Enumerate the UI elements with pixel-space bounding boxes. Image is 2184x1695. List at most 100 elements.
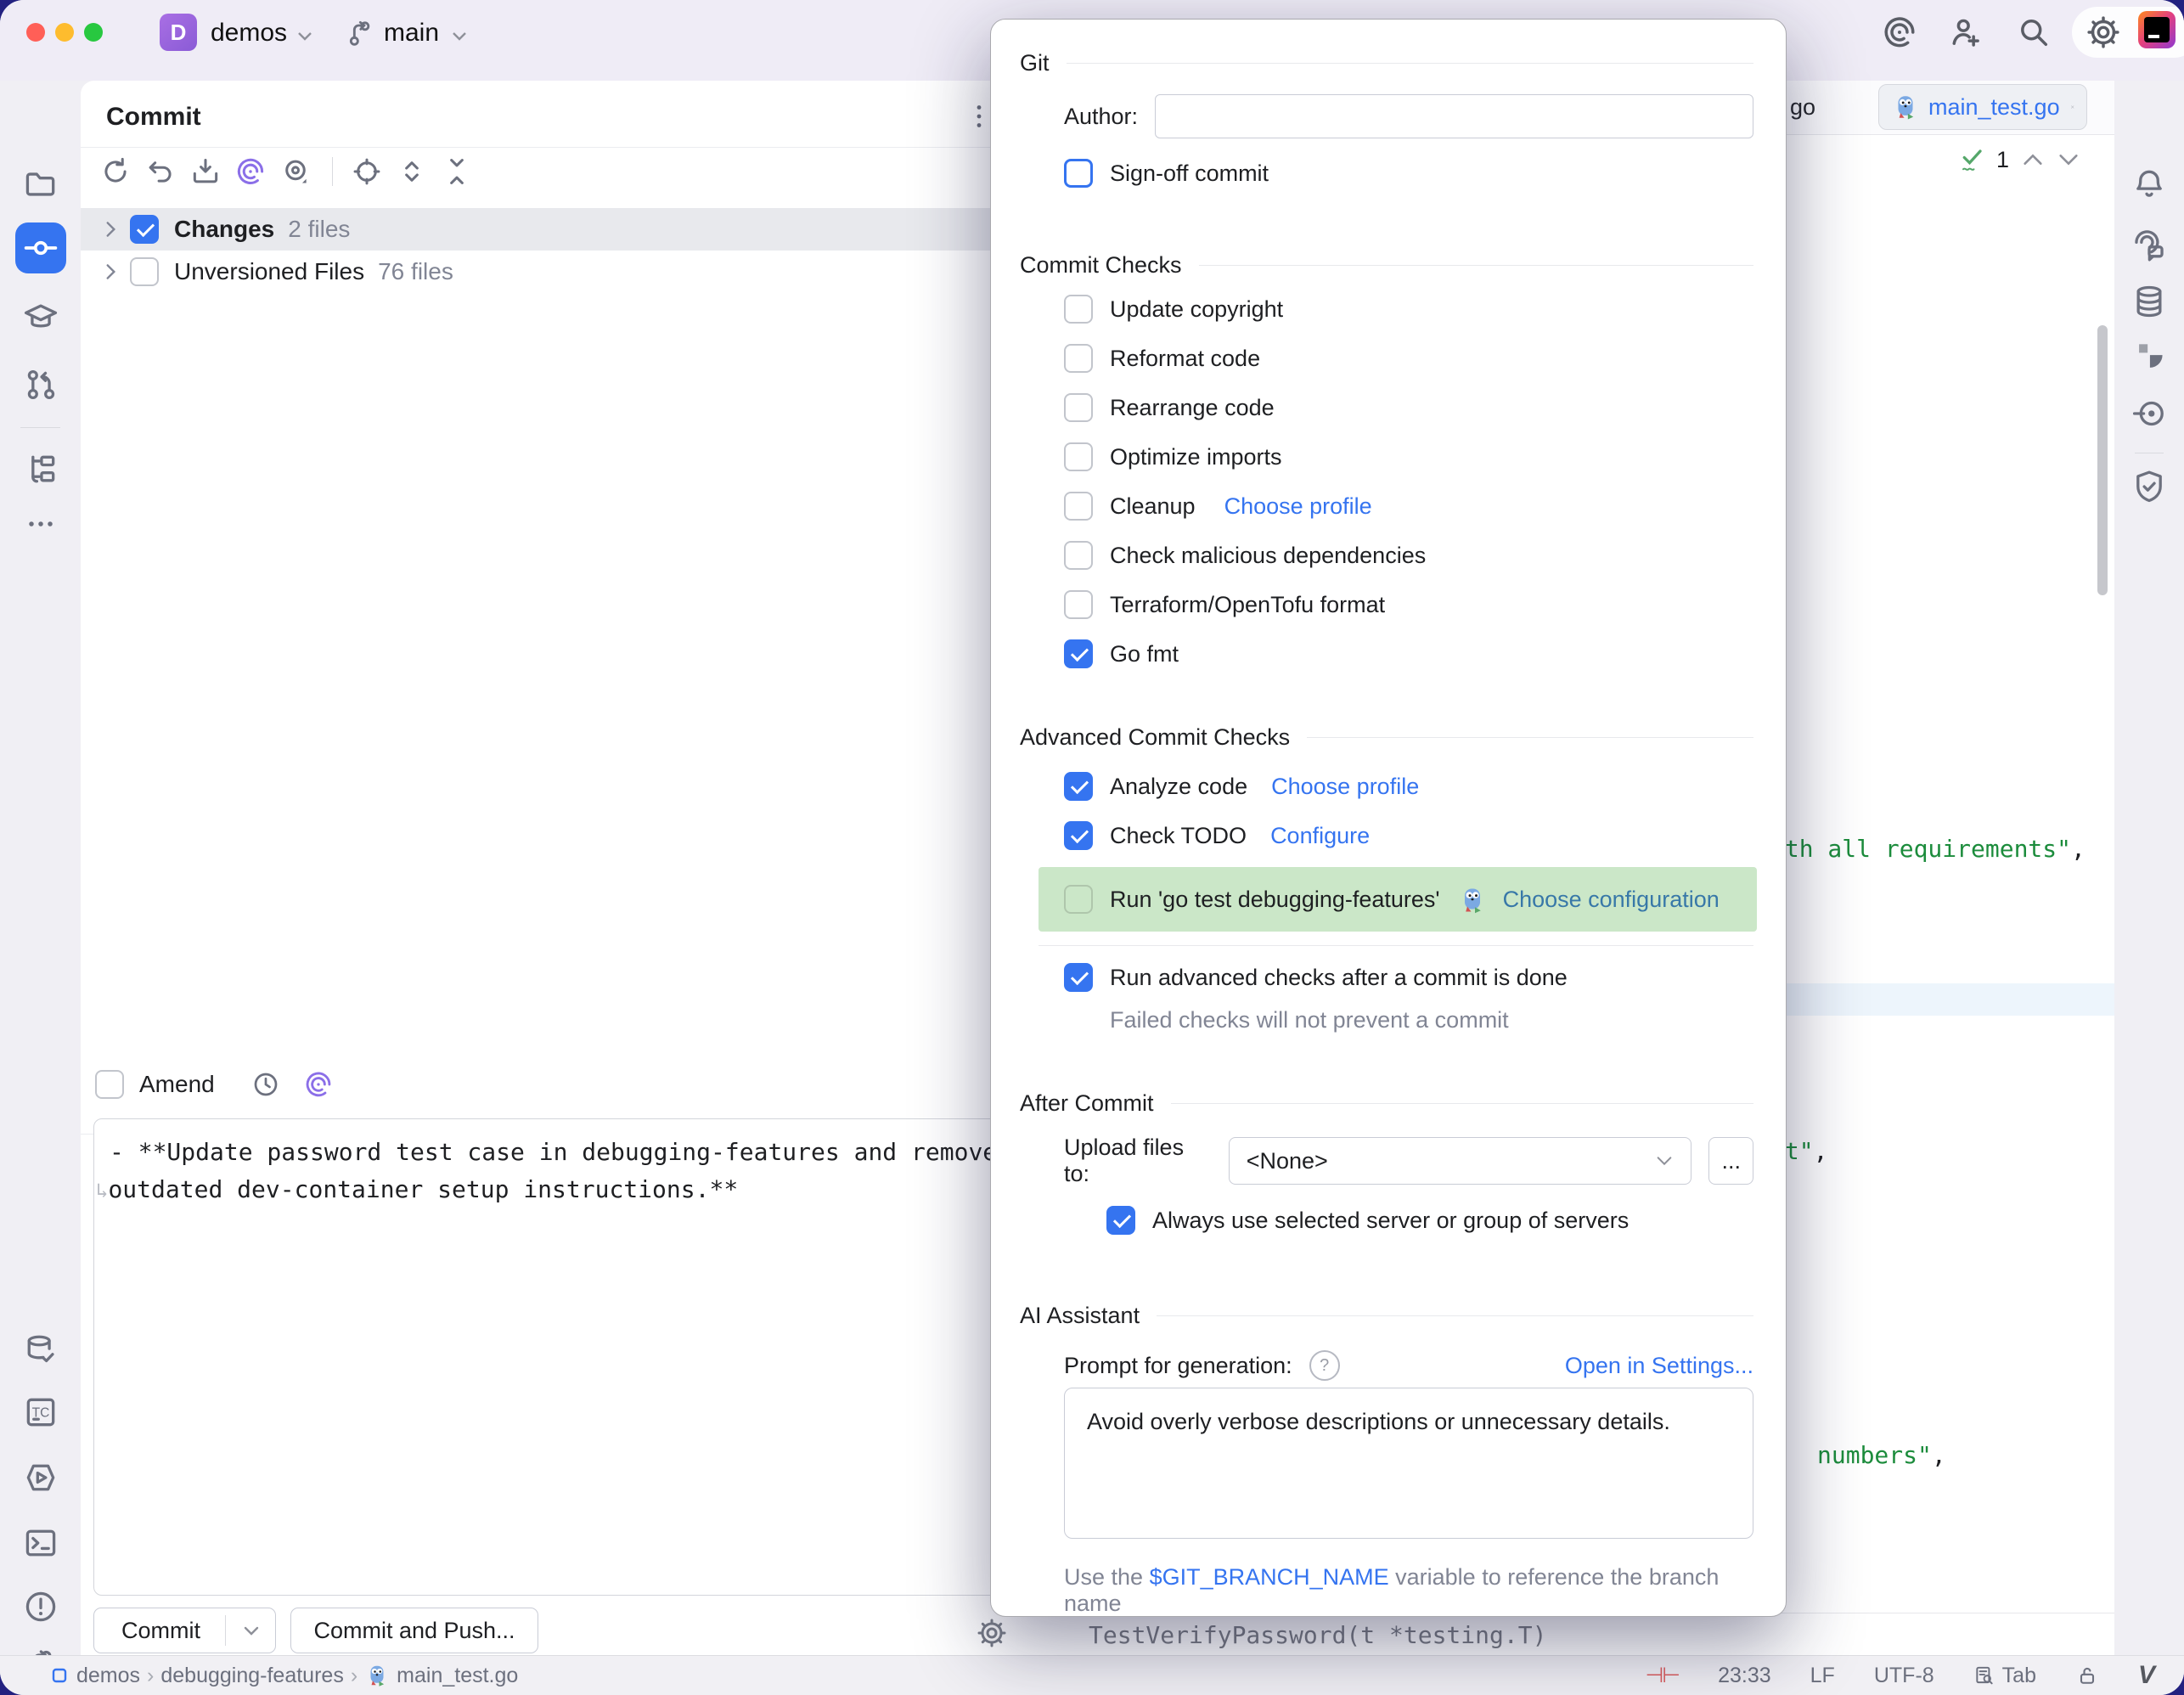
code-line[interactable]: numbers", <box>1817 1441 1946 1469</box>
window-close-button[interactable] <box>26 23 45 42</box>
signoff-row[interactable]: Sign-off commit <box>1064 149 1753 198</box>
branch-variable-link[interactable]: $GIT_BRANCH_NAME <box>1150 1564 1389 1590</box>
teamcity-icon[interactable]: TC <box>22 1394 59 1431</box>
author-input[interactable] <box>1155 94 1753 138</box>
window-minimize-button[interactable] <box>55 23 74 42</box>
prompt-textarea[interactable]: Avoid overly verbose descriptions or unn… <box>1064 1388 1753 1539</box>
unlock-icon[interactable] <box>2075 1664 2099 1687</box>
terminal-icon[interactable] <box>22 1524 59 1562</box>
rollback-icon[interactable] <box>144 155 177 188</box>
check-row-cleanup[interactable]: Cleanup Choose profile <box>1064 481 1753 531</box>
database-check-icon[interactable] <box>22 1332 59 1369</box>
chevron-right-icon[interactable] <box>99 261 121 283</box>
indent-widget[interactable]: Tab <box>1973 1664 2036 1688</box>
more-icon[interactable] <box>22 505 59 543</box>
open-in-settings-link[interactable]: Open in Settings... <box>1565 1353 1753 1379</box>
checkbox[interactable] <box>1064 344 1093 373</box>
chevron-right-icon[interactable] <box>99 218 121 240</box>
next-problem-icon[interactable] <box>2057 151 2080 168</box>
file-encoding[interactable]: UTF-8 <box>1874 1664 1934 1688</box>
run-target-icon[interactable] <box>2131 395 2168 432</box>
plugin-icon[interactable] <box>2131 338 2168 375</box>
group-by-icon[interactable] <box>279 155 312 188</box>
check-row-check-todo[interactable]: Check TODO Configure <box>1064 811 1753 860</box>
expand-all-icon[interactable] <box>396 155 428 188</box>
always-use-row[interactable]: Always use selected server or group of s… <box>1106 1196 1753 1245</box>
commit-message-line1[interactable]: - **Update password test case in debuggi… <box>110 1138 997 1166</box>
upload-combobox[interactable]: <None> <box>1229 1137 1692 1185</box>
ai-swirl-icon[interactable] <box>303 1069 334 1100</box>
check-row-run-go-test[interactable]: Run 'go test debugging-features' Choose … <box>1039 867 1757 932</box>
checkbox[interactable] <box>1064 639 1093 668</box>
refresh-icon[interactable] <box>99 155 132 188</box>
check-row-update-copyright[interactable]: Update copyright <box>1064 284 1753 334</box>
checkbox[interactable] <box>1064 772 1093 801</box>
help-icon[interactable]: ? <box>1309 1350 1340 1381</box>
chevron-down-icon[interactable] <box>241 1624 262 1639</box>
amend-checkbox[interactable] <box>95 1070 124 1099</box>
gear-icon[interactable] <box>2085 14 2122 51</box>
breadcrumb-item[interactable]: main_test.go <box>397 1664 518 1688</box>
checkbox[interactable] <box>1064 541 1093 570</box>
caret-position[interactable]: 23:33 <box>1718 1664 1771 1688</box>
code-line[interactable]: ith all requirements", <box>1770 835 2085 863</box>
choose-configuration-link[interactable]: Choose configuration <box>1503 887 1720 913</box>
prev-problem-icon[interactable] <box>2021 151 2045 168</box>
checkbox[interactable] <box>1064 885 1093 914</box>
check-row-malicious-deps[interactable]: Check malicious dependencies <box>1064 531 1753 580</box>
structure-icon[interactable] <box>22 451 59 488</box>
sidebar-item-commit[interactable] <box>15 222 66 273</box>
project-icon[interactable]: D <box>160 14 197 51</box>
line-separator[interactable]: LF <box>1810 1664 1835 1688</box>
commit-and-push-button[interactable]: Commit and Push... <box>290 1608 538 1653</box>
check-row-rearrange-code[interactable]: Rearrange code <box>1064 383 1753 432</box>
commit-message-line2[interactable]: outdated dev-container setup instruction… <box>108 1175 738 1203</box>
checkbox[interactable] <box>1064 590 1093 619</box>
check-row-go-fmt[interactable]: Go fmt <box>1064 629 1753 679</box>
check-row-optimize-imports[interactable]: Optimize imports <box>1064 432 1753 481</box>
database-icon[interactable] <box>2131 283 2168 320</box>
problems-icon[interactable] <box>22 1588 59 1625</box>
check-row-terraform-format[interactable]: Terraform/OpenTofu format <box>1064 580 1753 629</box>
folder-icon[interactable] <box>22 166 59 203</box>
ai-swirl-icon[interactable] <box>1881 14 1918 51</box>
search-icon[interactable] <box>2015 14 2052 51</box>
checkbox[interactable] <box>1064 442 1093 471</box>
history-icon[interactable] <box>250 1069 281 1100</box>
checkbox[interactable] <box>1064 492 1093 521</box>
run-after-commit-row[interactable]: Run advanced checks after a commit is do… <box>1064 953 1753 1002</box>
services-icon[interactable] <box>22 1459 59 1496</box>
ide-avatar[interactable] <box>2138 11 2176 48</box>
breadcrumb-item[interactable]: demos <box>76 1664 140 1688</box>
pull-requests-icon[interactable] <box>22 366 59 403</box>
breadcrumb-item[interactable]: debugging-features <box>160 1664 343 1688</box>
inspection-widget[interactable]: 1 <box>1959 145 2080 174</box>
window-zoom-button[interactable] <box>84 23 103 42</box>
tab-partial[interactable]: go <box>1790 94 1815 121</box>
choose-profile-link[interactable]: Choose profile <box>1271 774 1419 800</box>
shelve-icon[interactable] <box>189 155 222 188</box>
commit-options-gear-icon[interactable] <box>975 1616 1009 1650</box>
notifications-bell-icon[interactable] <box>2131 166 2168 203</box>
tab-main-test-go[interactable]: main_test.go <box>1878 84 2087 130</box>
collapse-all-icon[interactable] <box>441 155 473 188</box>
close-icon[interactable] <box>2070 98 2074 116</box>
checkbox[interactable] <box>1106 1206 1135 1235</box>
merge-indicator[interactable]: ⊣⊢ <box>1646 1663 1680 1688</box>
shield-check-icon[interactable] <box>2131 468 2168 505</box>
editor-scrollbar[interactable] <box>2097 325 2108 595</box>
checkbox[interactable] <box>1064 963 1093 992</box>
checkbox[interactable] <box>1064 393 1093 422</box>
learn-icon[interactable] <box>22 298 59 335</box>
checkbox[interactable] <box>1064 295 1093 324</box>
ai-commit-icon[interactable] <box>234 155 267 188</box>
add-user-icon[interactable] <box>1947 14 1984 51</box>
project-selector[interactable]: demos <box>211 19 287 48</box>
vim-mode-indicator[interactable]: V <box>2138 1661 2155 1690</box>
ai-chat-icon[interactable] <box>2131 227 2168 264</box>
changes-checkbox[interactable] <box>130 215 159 244</box>
checkbox[interactable] <box>1064 821 1093 850</box>
breadcrumb[interactable]: demos › debugging-features › main_test.g… <box>49 1663 518 1688</box>
configure-link[interactable]: Configure <box>1270 823 1370 849</box>
signoff-checkbox[interactable] <box>1064 159 1093 188</box>
